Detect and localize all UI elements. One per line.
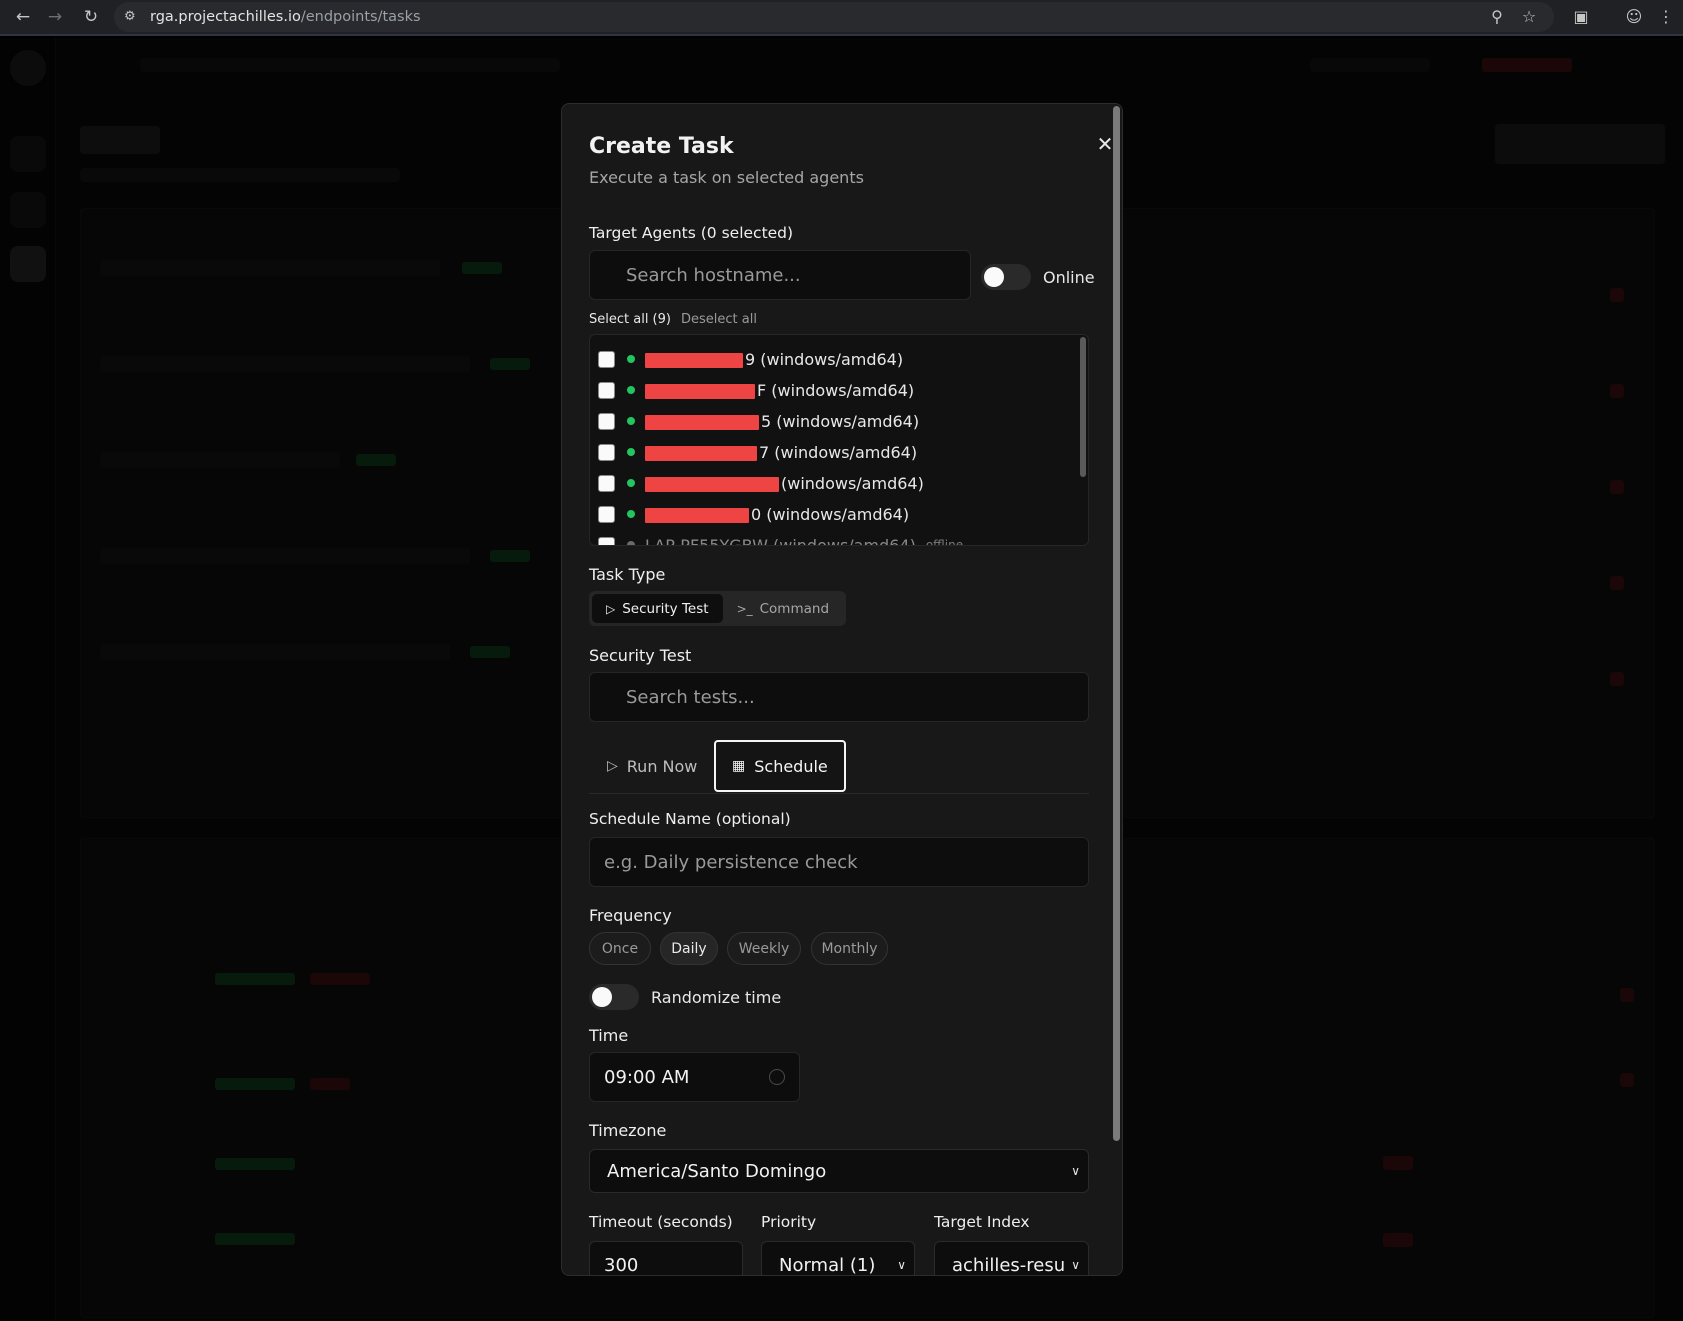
priority-select[interactable]: Normal (1) ∨: [761, 1241, 915, 1275]
offline-status-dot: [627, 541, 635, 545]
clock-icon[interactable]: [769, 1069, 785, 1085]
frequency-monthly[interactable]: Monthly: [811, 932, 888, 965]
close-icon[interactable]: ✕: [1093, 132, 1117, 156]
online-status-dot: [627, 355, 635, 363]
profile-icon[interactable]: ☺: [1623, 6, 1645, 28]
agent-row[interactable]: LAP-PF55YGBW (windows/amd64) offline: [598, 533, 964, 546]
url-text: rga.projectachilles.io/endpoints/tasks: [150, 9, 421, 25]
chevron-down-icon: ∨: [897, 1258, 906, 1272]
play-icon: ▷: [606, 601, 616, 616]
online-status-dot: [627, 417, 635, 425]
reload-icon[interactable]: ↻: [82, 8, 100, 26]
dialog-title: Create Task: [589, 134, 734, 159]
redacted-hostname: [645, 445, 757, 461]
online-toggle[interactable]: [981, 264, 1031, 290]
timeout-label: Timeout (seconds): [589, 1213, 733, 1231]
forward-arrow-icon[interactable]: →: [46, 8, 64, 26]
agent-list: 9 (windows/amd64) F (windows/amd64) 5 (w…: [589, 334, 1089, 546]
run-mode-tabs: ▷ Run Now ▦ Schedule: [589, 738, 1089, 794]
extensions-icon[interactable]: ▣: [1570, 6, 1592, 28]
offline-badge: offline: [925, 538, 964, 546]
deselect-all-link[interactable]: Deselect all: [681, 312, 757, 327]
frequency-weekly[interactable]: Weekly: [727, 932, 801, 965]
command-option[interactable]: >_ Command: [723, 594, 843, 623]
chevron-down-icon: ∨: [1071, 1164, 1080, 1178]
agent-checkbox[interactable]: [598, 350, 615, 368]
agent-checkbox[interactable]: [598, 412, 615, 430]
agent-hostname: LAP-PF55YGBW (windows/amd64): [645, 535, 916, 546]
tab-run-now[interactable]: ▷ Run Now: [591, 740, 713, 792]
online-status-dot: [627, 479, 635, 487]
menu-dots-icon[interactable]: ⋮: [1655, 6, 1677, 28]
randomize-time-toggle[interactable]: [589, 984, 639, 1010]
play-icon: ▷: [607, 758, 618, 774]
redacted-hostname: [645, 383, 755, 399]
create-task-dialog: Create Task Execute a task on selected a…: [561, 103, 1123, 1276]
frequency-daily[interactable]: Daily: [660, 932, 718, 965]
agent-checkbox[interactable]: [598, 536, 615, 545]
select-all-link[interactable]: Select all (9): [589, 312, 671, 327]
target-index-label: Target Index: [934, 1213, 1030, 1231]
test-search-input[interactable]: Search tests...: [589, 672, 1089, 722]
schedule-name-label: Schedule Name (optional): [589, 810, 791, 828]
agent-row[interactable]: 9 (windows/amd64): [598, 347, 903, 371]
timezone-label: Timezone: [589, 1121, 667, 1140]
redacted-hostname: [645, 476, 779, 492]
terminal-icon: >_: [736, 601, 753, 616]
dialog-subtitle: Execute a task on selected agents: [589, 168, 864, 187]
redacted-hostname: [645, 507, 749, 523]
agent-checkbox[interactable]: [598, 505, 615, 523]
online-status-dot: [627, 386, 635, 394]
agent-row[interactable]: 5 (windows/amd64): [598, 409, 919, 433]
task-type-switch: ▷ Security Test >_ Command: [589, 591, 847, 626]
zoom-icon[interactable]: ⚲: [1486, 6, 1508, 28]
agent-checkbox[interactable]: [598, 443, 615, 461]
online-status-dot: [627, 510, 635, 518]
tab-schedule[interactable]: ▦ Schedule: [714, 740, 846, 792]
agent-checkbox[interactable]: [598, 474, 615, 492]
agent-row[interactable]: F (windows/amd64): [598, 378, 914, 402]
schedule-name-input[interactable]: e.g. Daily persistence check: [589, 837, 1089, 887]
online-status-dot: [627, 448, 635, 456]
online-toggle-label: Online: [1043, 268, 1095, 287]
frequency-label: Frequency: [589, 906, 672, 925]
security-test-label: Security Test: [589, 646, 692, 665]
randomize-time-label: Randomize time: [651, 988, 782, 1007]
dialog-scrollbar-thumb[interactable]: [1113, 106, 1120, 1141]
time-label: Time: [589, 1026, 629, 1045]
security-test-option[interactable]: ▷ Security Test: [592, 594, 723, 623]
chevron-down-icon: ∨: [1069, 1258, 1080, 1272]
calendar-icon: ▦: [732, 758, 746, 774]
frequency-once[interactable]: Once: [589, 932, 651, 965]
back-arrow-icon[interactable]: ←: [14, 8, 32, 26]
target-index-select[interactable]: achilles-resu ∨: [934, 1241, 1089, 1275]
agent-row[interactable]: 7 (windows/amd64): [598, 440, 917, 464]
priority-label: Priority: [761, 1213, 817, 1231]
redacted-hostname: [645, 352, 743, 368]
agent-row[interactable]: (windows/amd64): [598, 471, 924, 495]
dialog-scrollbar[interactable]: [1112, 104, 1122, 1275]
hostname-search-input[interactable]: Search hostname...: [589, 250, 971, 300]
time-input[interactable]: 09:00 AM: [589, 1052, 800, 1102]
bookmark-star-icon[interactable]: ☆: [1518, 6, 1540, 28]
timeout-input[interactable]: 300: [589, 1241, 743, 1275]
site-info-icon[interactable]: ⚙: [124, 9, 140, 25]
agent-checkbox[interactable]: [598, 381, 615, 399]
task-type-label: Task Type: [589, 565, 666, 584]
agent-row[interactable]: 0 (windows/amd64): [598, 502, 909, 526]
agent-list-scrollbar[interactable]: [1080, 337, 1086, 477]
redacted-hostname: [645, 414, 759, 430]
timezone-select[interactable]: America/Santo Domingo ∨: [589, 1149, 1089, 1193]
target-agents-label: Target Agents (0 selected): [589, 224, 794, 242]
address-bar[interactable]: ⚙ rga.projectachilles.io/endpoints/tasks…: [114, 2, 1554, 32]
browser-toolbar: ← → ↻ ⚙ rga.projectachilles.io/endpoints…: [0, 0, 1683, 36]
